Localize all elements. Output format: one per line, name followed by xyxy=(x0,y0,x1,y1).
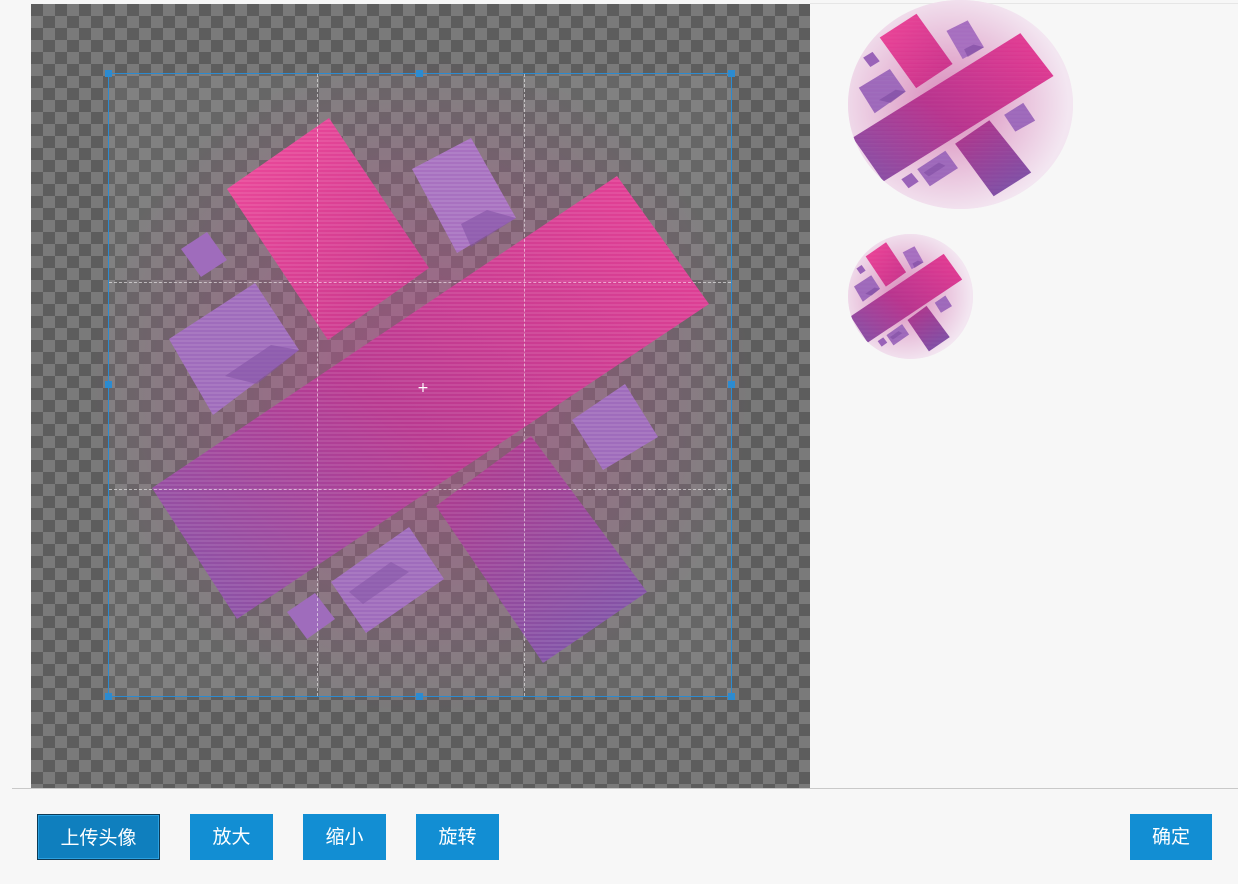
grid-line-vertical-1 xyxy=(317,74,318,696)
grid-line-horizontal-1 xyxy=(109,282,731,283)
crop-handle-top-right[interactable] xyxy=(728,70,735,77)
grid-line-horizontal-2 xyxy=(109,489,731,490)
crop-handle-top-left[interactable] xyxy=(105,70,112,77)
crop-handle-bottom[interactable] xyxy=(416,693,423,700)
crop-handle-right[interactable] xyxy=(728,381,735,388)
confirm-button[interactable]: 确定 xyxy=(1130,814,1212,860)
avatar-preview-large xyxy=(848,0,1073,209)
crop-handle-left[interactable] xyxy=(105,381,112,388)
grid-line-vertical-2 xyxy=(524,74,525,696)
avatar-preview-small xyxy=(848,234,973,359)
crop-handle-top[interactable] xyxy=(416,70,423,77)
zoom-out-button[interactable]: 缩小 xyxy=(303,814,386,860)
crop-box[interactable]: + xyxy=(105,70,735,700)
crop-center-icon: + xyxy=(417,380,429,396)
image-crop-editor[interactable]: + xyxy=(31,4,810,788)
crop-handle-bottom-right[interactable] xyxy=(728,693,735,700)
upload-avatar-button[interactable]: 上传头像 xyxy=(37,814,160,860)
bottom-divider xyxy=(12,788,1238,789)
rotate-button[interactable]: 旋转 xyxy=(416,814,499,860)
zoom-in-button[interactable]: 放大 xyxy=(190,814,273,860)
crop-handle-bottom-left[interactable] xyxy=(105,693,112,700)
